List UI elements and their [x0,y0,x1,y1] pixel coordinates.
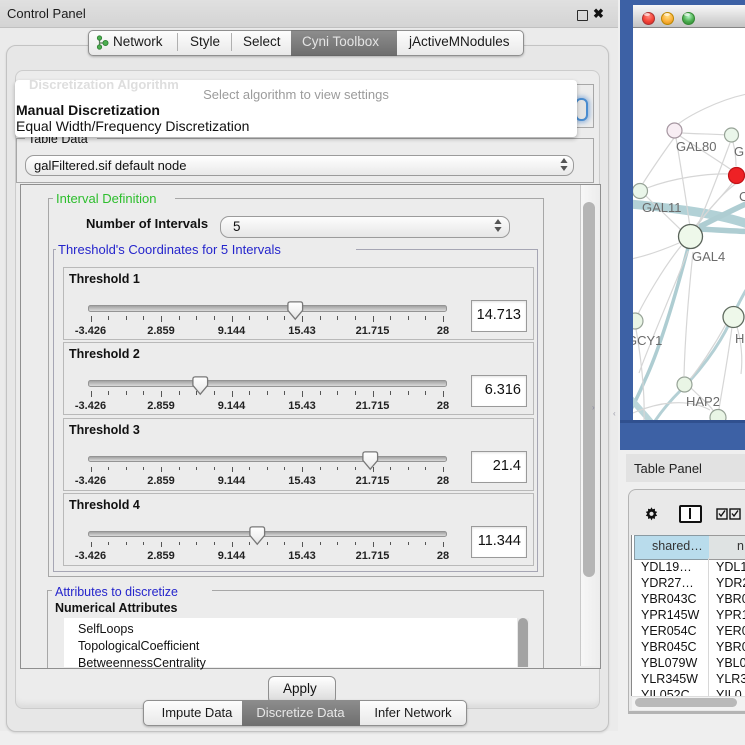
svg-text:GAL11: GAL11 [642,200,682,215]
svg-text:GCY1: GCY1 [633,333,662,348]
svg-text:GAL80: GAL80 [676,139,716,154]
svg-text:H: H [735,331,744,346]
svg-text:GAL4: GAL4 [692,249,725,264]
svg-text:C: C [739,189,745,204]
svg-text:G.: G. [734,144,745,159]
svg-text:HAP2: HAP2 [686,394,720,409]
